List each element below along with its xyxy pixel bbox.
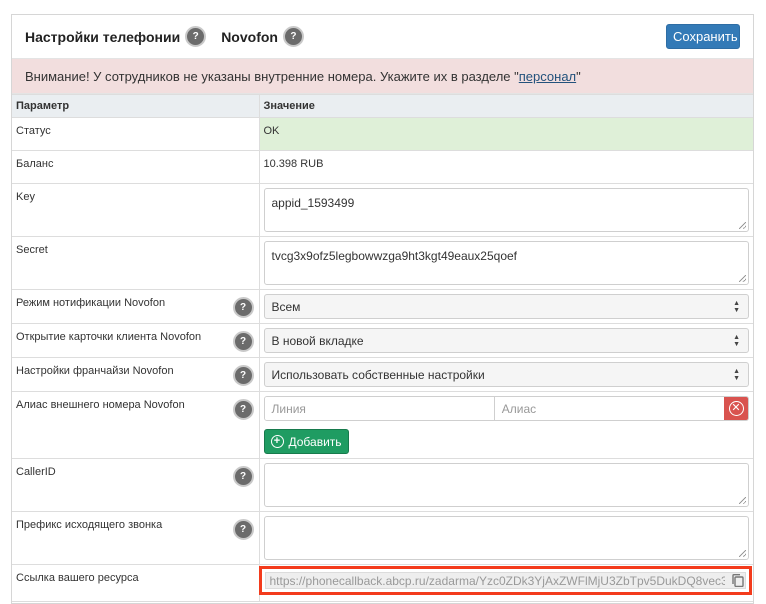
help-icon[interactable]: ? xyxy=(232,466,254,487)
row-label: Баланс xyxy=(16,158,54,170)
row-label: Настройки франчайзи Novofon xyxy=(16,365,174,377)
chevron-updown-icon: ▲ ▼ xyxy=(733,368,740,382)
plus-circle-icon: + xyxy=(270,435,284,448)
callerid-input[interactable] xyxy=(263,463,749,507)
notify-mode-select[interactable]: Всем ▲ ▼ xyxy=(263,294,749,319)
table-row-status: Статус OK xyxy=(12,117,753,151)
help-icon[interactable]: ? xyxy=(232,331,254,352)
alert-text: Внимание! У сотрудников не указаны внутр… xyxy=(25,68,519,84)
key-input[interactable]: appid_1593499 xyxy=(263,188,749,232)
column-header-value: Значение xyxy=(258,94,753,118)
table-row-callerid: CallerID ? xyxy=(12,458,753,512)
staff-link[interactable]: персонал xyxy=(519,69,576,84)
balance-value: 10.398 RUB xyxy=(263,158,324,170)
remove-circle-icon: ✕ xyxy=(728,401,744,416)
remove-alias-button[interactable]: ✕ xyxy=(724,397,748,420)
row-label: Алиас внешнего номера Novofon xyxy=(16,399,185,411)
help-icon[interactable]: ? xyxy=(232,365,254,386)
chevron-updown-icon: ▲ ▼ xyxy=(733,334,740,348)
copy-icon[interactable] xyxy=(731,574,744,587)
help-icon[interactable]: ? xyxy=(232,399,254,420)
prefix-input[interactable] xyxy=(263,516,749,560)
chevron-updown-icon: ▲ ▼ xyxy=(733,300,740,314)
select-value: Всем xyxy=(271,299,301,314)
column-header-param: Параметр xyxy=(12,94,260,118)
row-label: Ссылка вашего ресурса xyxy=(16,572,139,584)
resize-grip-icon[interactable] xyxy=(739,222,746,229)
franchise-select[interactable]: Использовать собственные настройки ▲ ▼ xyxy=(263,362,749,387)
card-open-select[interactable]: В новой вкладке ▲ ▼ xyxy=(263,328,749,353)
help-icon[interactable]: ? xyxy=(232,297,254,318)
panel-header: Настройки телефонии ? Novofon ? Сохранит… xyxy=(12,15,753,59)
line-input[interactable]: Линия xyxy=(264,397,494,420)
add-label: Добавить xyxy=(288,434,342,449)
secret-value: tvcg3x9ofz5legbowwzga9ht3kgt49eaux25qoef xyxy=(271,249,518,263)
status-value: OK xyxy=(263,125,280,137)
table-row-franchise: Настройки франчайзи Novofon ? Использова… xyxy=(12,357,753,392)
alias-input-group: Линия Алиас ✕ xyxy=(263,396,749,421)
warning-alert: Внимание! У сотрудников не указаны внутр… xyxy=(12,59,753,94)
row-label: Статус xyxy=(16,125,51,137)
help-icon[interactable]: ? xyxy=(282,26,304,47)
resource-link-field: https://phonecallback.abcp.ru/zadarma/Yz… xyxy=(258,566,752,595)
row-label: Режим нотификации Novofon xyxy=(16,297,166,309)
select-value: В новой вкладке xyxy=(271,333,364,348)
row-label: Открытие карточки клиента Novofon xyxy=(16,331,202,343)
table-row-prefix: Префикс исходящего звонка ? xyxy=(12,511,753,565)
secret-input[interactable]: tvcg3x9ofz5legbowwzga9ht3kgt49eaux25qoef xyxy=(263,241,749,285)
settings-table: Параметр Значение Статус OK Баланс 10.39… xyxy=(12,94,753,602)
table-row-card-open: Открытие карточки клиента Novofon ? В но… xyxy=(12,323,753,358)
row-label: CallerID xyxy=(16,466,56,478)
page-title: Настройки телефонии xyxy=(25,28,181,45)
resource-link-value[interactable]: https://phonecallback.abcp.ru/zadarma/Yz… xyxy=(270,574,725,588)
row-label: Key xyxy=(16,191,35,203)
table-row-balance: Баланс 10.398 RUB xyxy=(12,150,753,184)
resize-grip-icon[interactable] xyxy=(739,497,746,504)
row-label: Secret xyxy=(16,244,48,256)
add-alias-button[interactable]: + Добавить xyxy=(263,429,349,454)
alias-input[interactable]: Алиас xyxy=(493,397,724,420)
telephony-settings-panel: Настройки телефонии ? Novofon ? Сохранит… xyxy=(11,14,754,604)
table-row-secret: Secret tvcg3x9ofz5legbowwzga9ht3kgt49eau… xyxy=(12,236,753,290)
resize-grip-icon[interactable] xyxy=(739,275,746,282)
key-value: appid_1593499 xyxy=(271,196,355,210)
save-button[interactable]: Сохранить xyxy=(666,24,740,49)
alert-text-end: " xyxy=(576,68,581,84)
table-row-key: Key appid_1593499 xyxy=(12,183,753,237)
table-row-resource-link: Ссылка вашего ресурса https://phonecallb… xyxy=(12,564,753,602)
provider-name: Novofon xyxy=(221,28,278,45)
resize-grip-icon[interactable] xyxy=(739,550,746,557)
select-value: Использовать собственные настройки xyxy=(271,367,485,382)
table-row-alias: Алиас внешнего номера Novofon ? Линия Ал… xyxy=(12,391,753,459)
help-icon[interactable]: ? xyxy=(185,26,207,47)
help-icon[interactable]: ? xyxy=(232,519,254,540)
table-row-notify-mode: Режим нотификации Novofon ? Всем ▲ ▼ xyxy=(12,289,753,324)
row-label: Префикс исходящего звонка xyxy=(16,519,163,531)
